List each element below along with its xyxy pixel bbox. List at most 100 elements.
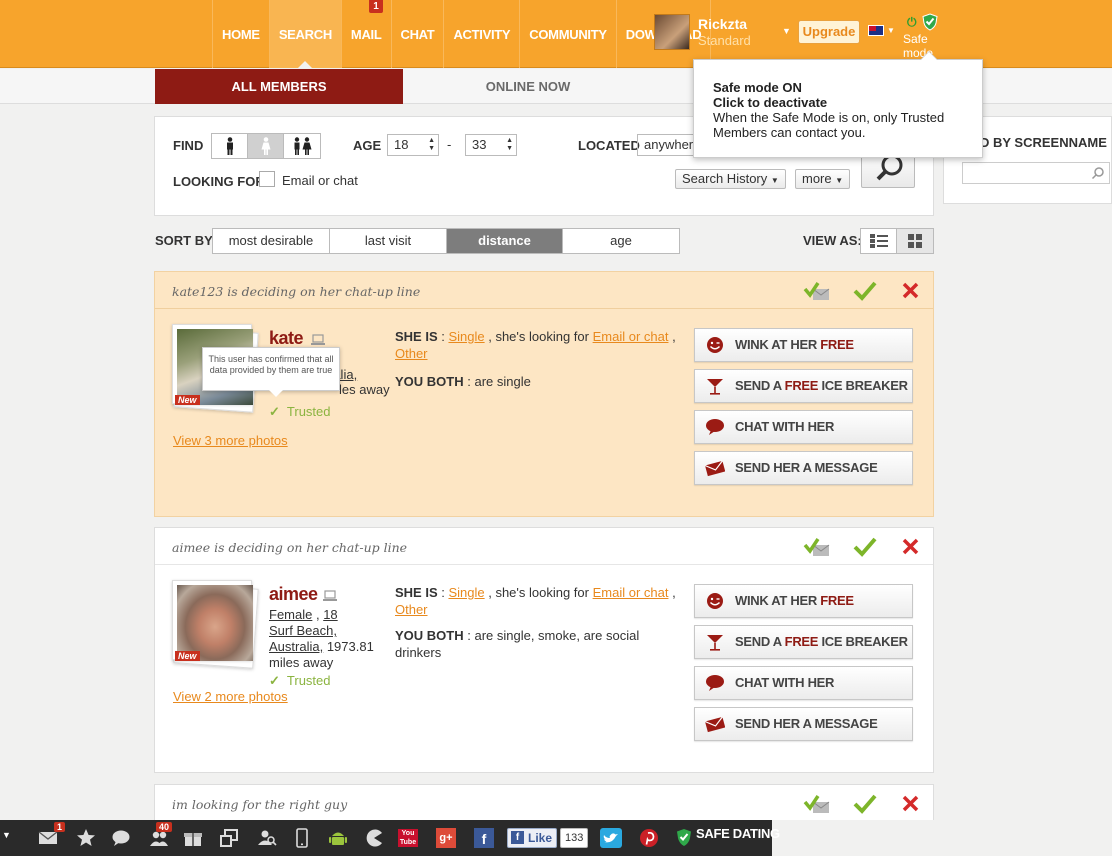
nav-home[interactable]: HOME bbox=[212, 0, 269, 68]
sort-most-desirable[interactable]: most desirable bbox=[213, 229, 330, 253]
power-icon[interactable]: ⏻ bbox=[907, 15, 917, 30]
status-link[interactable]: Single bbox=[448, 585, 484, 600]
caret-down-icon[interactable]: ▼ bbox=[2, 830, 11, 840]
spinner-icon: ▲ ▼ bbox=[506, 137, 513, 152]
reject-x-icon[interactable] bbox=[897, 793, 925, 815]
age-max-select[interactable]: 33 ▲ ▼ bbox=[465, 134, 517, 156]
age-link[interactable]: 18 bbox=[323, 607, 337, 622]
nav-chat[interactable]: CHAT bbox=[390, 0, 444, 68]
profile-name[interactable]: kate bbox=[269, 328, 304, 349]
looking-for-link[interactable]: Email or chat bbox=[593, 585, 669, 600]
gift-icon[interactable] bbox=[183, 828, 203, 848]
sort-distance[interactable]: distance bbox=[447, 229, 563, 253]
windows-icon[interactable] bbox=[219, 828, 239, 848]
user-name[interactable]: Rickzta bbox=[698, 16, 747, 32]
gender-selector bbox=[211, 133, 321, 159]
photo-image bbox=[177, 585, 253, 661]
city-link[interactable]: Surf Beach, bbox=[269, 623, 337, 638]
smiley-icon bbox=[707, 593, 723, 609]
female-icon[interactable] bbox=[248, 134, 284, 158]
reject-x-icon[interactable] bbox=[897, 280, 925, 302]
accept-check-icon[interactable] bbox=[851, 280, 879, 302]
google-plus-icon[interactable]: g+ bbox=[436, 828, 456, 848]
email-or-chat-label[interactable]: Email or chat bbox=[282, 173, 358, 188]
nav-community[interactable]: COMMUNITY bbox=[519, 0, 615, 68]
tab-online-now[interactable]: ONLINE NOW bbox=[403, 69, 653, 104]
check-mail-icon[interactable] bbox=[803, 536, 831, 558]
ice-breaker-button[interactable]: SEND A FREE ICE BREAKER bbox=[694, 369, 913, 403]
chat-bubble-icon[interactable] bbox=[111, 828, 131, 848]
language-caret-icon[interactable]: ▼ bbox=[887, 26, 895, 35]
sort-by-label: SORT BY: bbox=[155, 233, 217, 248]
envelope-icon bbox=[705, 716, 725, 733]
facebook-like-button[interactable]: f Like bbox=[507, 828, 558, 848]
facebook-small-icon: f bbox=[511, 831, 524, 844]
gender-link[interactable]: Female bbox=[269, 607, 312, 622]
status-link[interactable]: Single bbox=[448, 329, 484, 344]
facebook-icon[interactable]: f bbox=[474, 828, 494, 848]
country-link[interactable]: Australia, bbox=[269, 639, 323, 654]
email-or-chat-checkbox[interactable] bbox=[259, 171, 275, 187]
star-icon[interactable] bbox=[76, 828, 96, 848]
shield-check-icon[interactable] bbox=[922, 13, 938, 31]
profile-name[interactable]: aimee bbox=[269, 584, 318, 605]
grid-view-icon[interactable] bbox=[897, 229, 933, 253]
user-avatar[interactable] bbox=[654, 14, 690, 50]
android-icon[interactable] bbox=[328, 828, 348, 848]
message-button[interactable]: SEND HER A MESSAGE bbox=[694, 451, 913, 485]
check-mail-icon[interactable] bbox=[803, 280, 831, 302]
message-label: SEND HER A MESSAGE bbox=[735, 716, 878, 731]
she-is-line: SHE IS : Single , she's looking for Emai… bbox=[395, 585, 676, 617]
sort-last-visit[interactable]: last visit bbox=[330, 229, 447, 253]
view-as-label: VIEW AS: bbox=[803, 233, 862, 248]
message-button[interactable]: SEND HER A MESSAGE bbox=[694, 707, 913, 741]
check-mail-icon[interactable] bbox=[803, 793, 831, 815]
screenname-label: D BY SCREENNAME bbox=[980, 135, 1107, 150]
cocktail-icon bbox=[707, 379, 723, 395]
other-link[interactable]: Other bbox=[395, 346, 428, 361]
profile-photo[interactable]: New bbox=[172, 580, 259, 669]
other-link[interactable]: Other bbox=[395, 602, 428, 617]
nav-mail[interactable]: MAIL 1 bbox=[340, 0, 391, 68]
youtube-icon[interactable]: You Tube bbox=[398, 829, 418, 847]
age-min-select[interactable]: 18 ▲ ▼ bbox=[387, 134, 439, 156]
more-button[interactable]: more ▼ bbox=[795, 169, 851, 189]
speech-bubble-icon bbox=[706, 419, 724, 435]
view-more-photos-link[interactable]: View 2 more photos bbox=[173, 689, 288, 704]
chat-button[interactable]: CHAT WITH HER bbox=[694, 666, 913, 700]
mobile-phone-icon[interactable] bbox=[292, 828, 312, 848]
list-view-icon[interactable] bbox=[861, 229, 897, 253]
free-label: FREE bbox=[784, 634, 819, 649]
pacman-icon[interactable] bbox=[364, 828, 384, 848]
distance-unit: miles away bbox=[269, 655, 334, 670]
male-icon[interactable] bbox=[212, 134, 248, 158]
looking-for-link[interactable]: Email or chat bbox=[593, 329, 669, 344]
laptop-icon bbox=[311, 334, 325, 345]
twitter-icon[interactable] bbox=[600, 828, 622, 848]
user-menu-caret-icon[interactable]: ▼ bbox=[782, 26, 791, 36]
nav-activity[interactable]: ACTIVITY bbox=[443, 0, 519, 68]
wink-button[interactable]: WINK AT HER FREE bbox=[694, 584, 913, 618]
australia-flag-icon[interactable] bbox=[868, 25, 884, 36]
accept-check-icon[interactable] bbox=[851, 793, 879, 815]
screenname-input[interactable] bbox=[962, 162, 1110, 184]
upgrade-button[interactable]: Upgrade bbox=[798, 20, 860, 44]
you-both-value: are single bbox=[474, 374, 531, 389]
search-history-button[interactable]: Search History ▼ bbox=[675, 169, 786, 189]
reject-x-icon[interactable] bbox=[897, 536, 925, 558]
safe-dating-link[interactable]: SAFE DATING bbox=[696, 826, 780, 841]
view-more-photos-link[interactable]: View 3 more photos bbox=[173, 433, 288, 448]
couple-icon[interactable] bbox=[284, 134, 320, 158]
chat-label: CHAT WITH HER bbox=[735, 419, 835, 434]
ice-breaker-button[interactable]: SEND A FREE ICE BREAKER bbox=[694, 625, 913, 659]
caret-down-icon: ▼ bbox=[835, 176, 844, 185]
wink-button[interactable]: WINK AT HER FREE bbox=[694, 328, 913, 362]
nav-search[interactable]: SEARCH bbox=[268, 0, 341, 69]
tab-all-members[interactable]: ALL MEMBERS bbox=[155, 69, 403, 104]
pinterest-icon[interactable] bbox=[639, 828, 659, 848]
people-search-icon[interactable] bbox=[257, 828, 277, 848]
sort-age[interactable]: age bbox=[563, 229, 679, 253]
accept-check-icon[interactable] bbox=[851, 536, 879, 558]
safe-mode-tooltip[interactable]: Safe mode ON Click to deactivate When th… bbox=[693, 51, 983, 158]
chat-button[interactable]: CHAT WITH HER bbox=[694, 410, 913, 444]
